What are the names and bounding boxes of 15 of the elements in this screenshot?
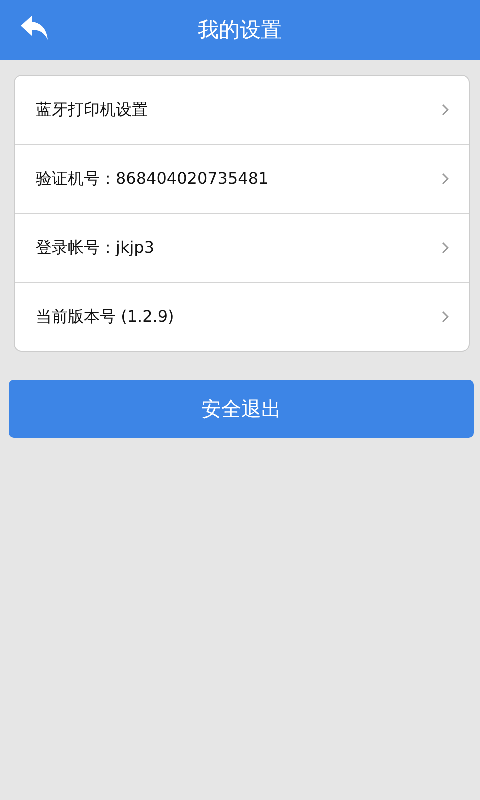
chevron-right-icon bbox=[442, 242, 449, 254]
chevron-right-icon bbox=[442, 173, 449, 185]
logout-button[interactable]: 安全退出 bbox=[9, 380, 474, 438]
back-arrow-icon[interactable] bbox=[20, 15, 50, 41]
settings-row[interactable]: 验证机号：868404020735481 bbox=[15, 144, 469, 213]
settings-label: 登录帐号：jkjp3 bbox=[36, 238, 154, 258]
page-title: 我的设置 bbox=[198, 17, 282, 44]
settings-label: 当前版本号 (1.2.9) bbox=[36, 306, 174, 328]
settings-label: 验证机号：868404020735481 bbox=[36, 168, 269, 190]
settings-row[interactable]: 蓝牙打印机设置 bbox=[15, 76, 469, 144]
settings-label: 蓝牙打印机设置 bbox=[36, 100, 148, 120]
settings-row[interactable]: 当前版本号 (1.2.9) bbox=[15, 282, 469, 351]
chevron-right-icon bbox=[442, 104, 449, 116]
chevron-right-icon bbox=[442, 311, 449, 323]
settings-row[interactable]: 登录帐号：jkjp3 bbox=[15, 213, 469, 282]
